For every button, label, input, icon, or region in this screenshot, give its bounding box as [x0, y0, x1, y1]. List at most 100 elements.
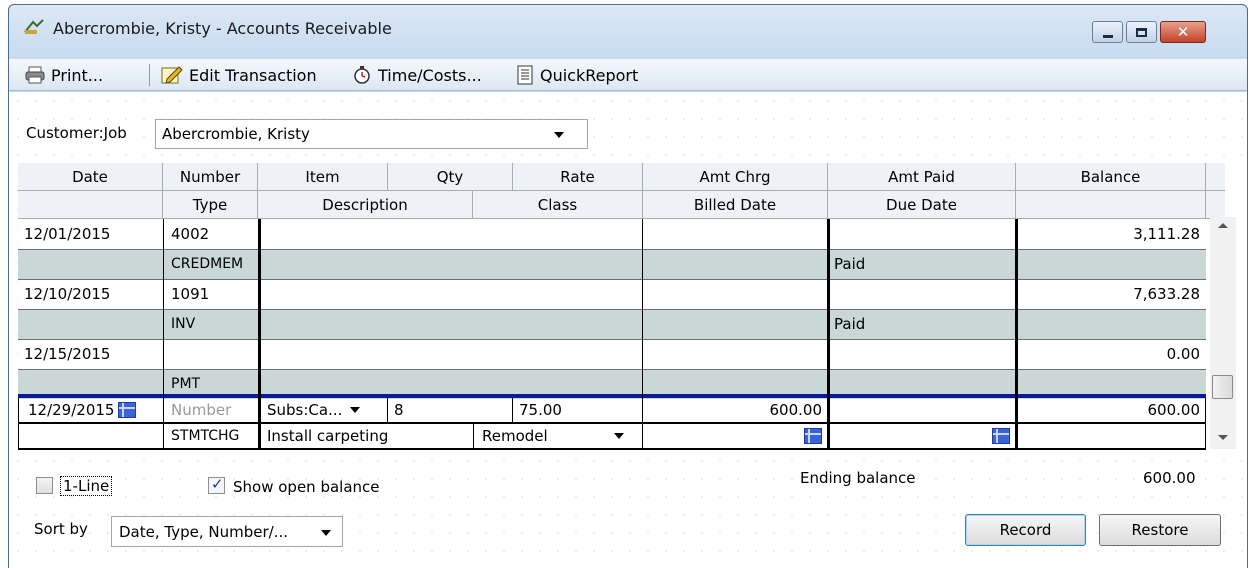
col-divider	[18, 398, 19, 450]
edit-transaction-button[interactable]: Edit Transaction	[161, 62, 317, 88]
edit-row-2[interactable]: STMTCHG Install carpeting Remodel	[18, 424, 1206, 450]
edit-transaction-label: Edit Transaction	[189, 65, 317, 85]
row-divider	[18, 309, 1206, 310]
scroll-thumb[interactable]	[1212, 375, 1233, 399]
scroll-up-icon[interactable]	[1218, 223, 1228, 228]
print-button[interactable]: Print...	[25, 62, 103, 88]
time-costs-button[interactable]: Time/Costs...	[352, 62, 482, 88]
vertical-scrollbar[interactable]	[1210, 217, 1236, 449]
minimize-icon	[1102, 34, 1113, 38]
title-bar: Abercrombie, Kristy - Accounts Receivabl…	[9, 5, 1247, 59]
calendar-icon[interactable]	[118, 402, 137, 418]
chevron-down-icon	[350, 407, 361, 413]
sort-by-dropdown[interactable]: Date, Type, Number/...	[111, 516, 343, 547]
table-row[interactable]: 12/15/2015 0.00	[18, 339, 1206, 369]
chevron-down-icon	[321, 530, 331, 536]
row-balance: 3,111.28	[1133, 225, 1200, 243]
edit-number-field[interactable]: Number	[165, 398, 258, 422]
edit-qty-field[interactable]: 8	[388, 398, 513, 422]
col-number[interactable]: Number	[163, 163, 258, 191]
maximize-icon	[1136, 27, 1147, 37]
row-divider	[18, 249, 1206, 250]
edit-date-field[interactable]: 12/29/2015	[22, 398, 162, 422]
edit-amt-paid-field[interactable]	[828, 398, 1016, 422]
table-row[interactable]: CREDMEM Paid	[18, 249, 1206, 279]
col-class[interactable]: Class	[473, 191, 643, 219]
register-app-icon	[24, 19, 44, 34]
calendar-icon[interactable]	[992, 428, 1010, 444]
row-divider	[18, 339, 1206, 340]
col-rate[interactable]: Rate	[513, 163, 643, 191]
edit-type-value: STMTCHG	[171, 428, 240, 444]
col-divider	[642, 219, 643, 450]
edit-class-value: Remodel	[482, 427, 548, 445]
record-button[interactable]: Record	[965, 514, 1086, 546]
col-type[interactable]: Type	[163, 191, 258, 219]
print-label: Print...	[51, 65, 104, 85]
edit-description-field[interactable]: Install carpeting	[261, 424, 473, 448]
ending-balance-label: Ending balance	[800, 469, 916, 487]
col-divider	[512, 398, 513, 424]
restore-button[interactable]: Restore	[1099, 514, 1221, 546]
show-open-balance-label[interactable]: Show open balance	[233, 478, 380, 496]
row-number: 4002	[171, 225, 210, 243]
row-paid-status: Paid	[834, 315, 866, 333]
edit-balance-field: 600.00	[1147, 401, 1201, 419]
header-row-1: Date Number Item Qty Rate Amt Chrg Amt P…	[18, 163, 1225, 191]
edit-class-dropdown[interactable]: Remodel	[476, 424, 643, 448]
col-blank	[18, 191, 163, 219]
chevron-down-icon	[613, 433, 624, 439]
close-button[interactable]: ✕	[1160, 21, 1206, 43]
edit-amt-chrg-field[interactable]: 600.00	[643, 398, 828, 422]
row-number: 1091	[171, 285, 210, 303]
row-type: INV	[171, 316, 196, 332]
table-row[interactable]: 12/01/2015 4002 3,111.28	[18, 219, 1206, 249]
col-description[interactable]: Description	[258, 191, 473, 219]
col-item[interactable]: Item	[258, 163, 388, 191]
sort-by-value: Date, Type, Number/...	[119, 523, 288, 541]
header-row-2: Type Description Class Billed Date Due D…	[18, 191, 1225, 219]
time-costs-label: Time/Costs...	[378, 65, 482, 85]
row-divider	[18, 279, 1206, 280]
col-amt-paid[interactable]: Amt Paid	[828, 163, 1016, 191]
col-divider	[827, 219, 830, 450]
one-line-checkbox[interactable]	[36, 477, 53, 494]
minimize-button[interactable]	[1092, 21, 1123, 43]
customer-job-value: Abercrombie, Kristy	[162, 125, 310, 143]
scroll-down-icon[interactable]	[1218, 435, 1228, 440]
maximize-button[interactable]	[1126, 21, 1157, 43]
edit-rate-field[interactable]: 75.00	[513, 398, 643, 422]
sort-by-label: Sort by	[34, 520, 88, 538]
edit-billed-date-field[interactable]	[643, 424, 828, 448]
customer-job-dropdown[interactable]: Abercrombie, Kristy	[155, 119, 588, 149]
quickreport-button[interactable]: QuickReport	[516, 62, 638, 88]
table-row[interactable]: 12/10/2015 1091 7,633.28	[18, 279, 1206, 309]
row-date: 12/01/2015	[24, 225, 111, 243]
table-row[interactable]: INV Paid	[18, 309, 1206, 339]
col-divider	[473, 424, 474, 450]
col-divider	[387, 398, 388, 424]
row-date: 12/10/2015	[24, 285, 111, 303]
edit-due-date-field[interactable]	[828, 424, 1016, 448]
one-line-label[interactable]: 1-Line	[60, 476, 113, 496]
checkmark-icon: ✓	[211, 475, 224, 493]
col-divider	[258, 219, 261, 450]
close-icon: ✕	[1176, 23, 1190, 41]
edit-row-1[interactable]: 12/29/2015 Number Subs:Ca... 8 75.00 600…	[18, 398, 1206, 424]
window-title: Abercrombie, Kristy - Accounts Receivabl…	[53, 19, 392, 38]
col-divider	[1205, 398, 1206, 450]
col-date[interactable]: Date	[18, 163, 163, 191]
col-due-date[interactable]: Due Date	[828, 191, 1016, 219]
col-balance[interactable]: Balance	[1016, 163, 1206, 191]
col-amt-chrg[interactable]: Amt Chrg	[643, 163, 828, 191]
row-type: CREDMEM	[171, 256, 244, 272]
calendar-icon[interactable]	[804, 428, 822, 444]
col-divider	[163, 219, 164, 450]
col-qty[interactable]: Qty	[388, 163, 513, 191]
edit-item-dropdown[interactable]: Subs:Ca...	[261, 398, 391, 422]
row-balance: 7,633.28	[1133, 285, 1200, 303]
show-open-balance-checkbox[interactable]: ✓	[208, 475, 225, 494]
customer-job-label: Customer:Job	[26, 124, 127, 142]
col-divider	[1015, 219, 1018, 450]
col-billed-date[interactable]: Billed Date	[643, 191, 828, 219]
